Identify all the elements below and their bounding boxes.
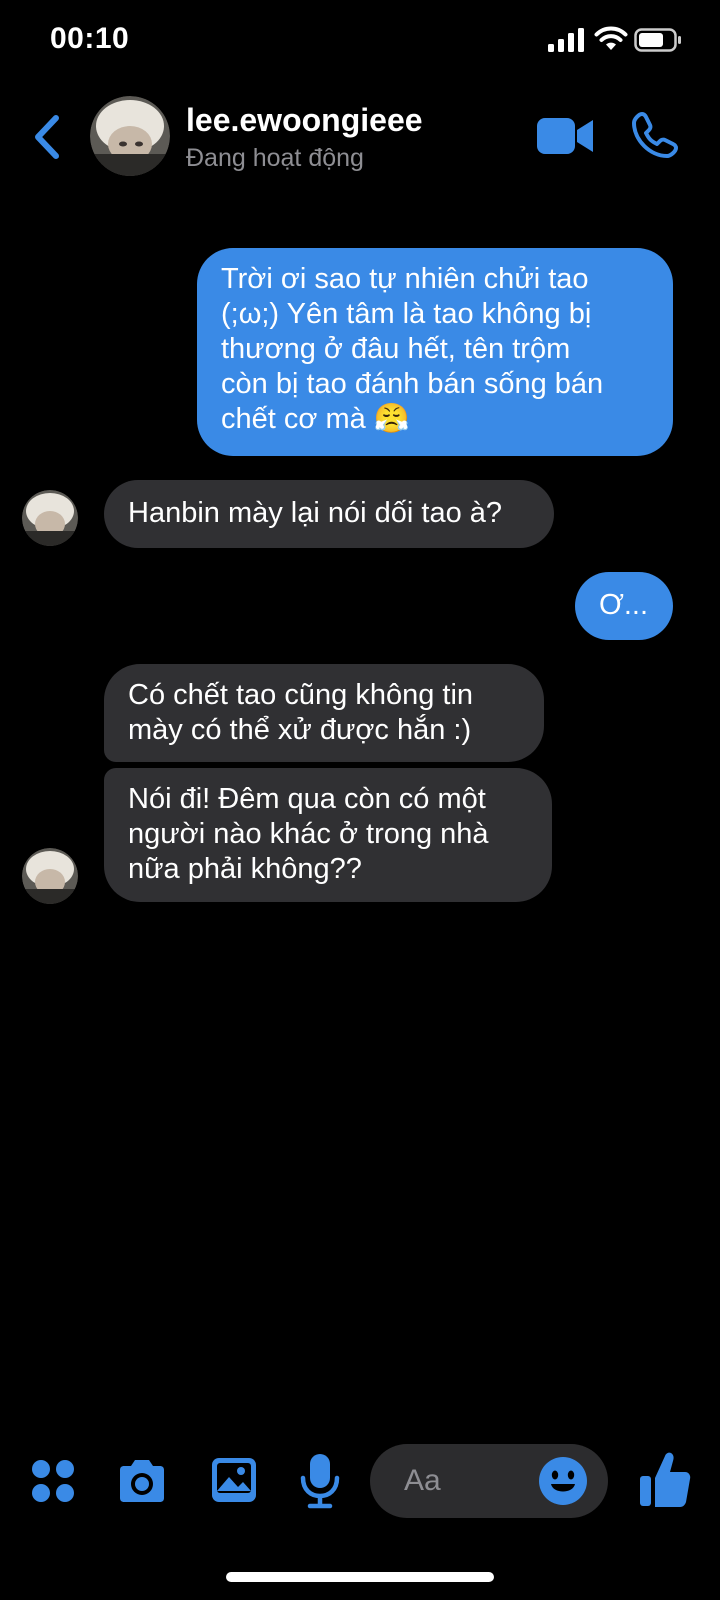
apps-grid-icon[interactable] — [30, 1458, 76, 1504]
phone-call-icon[interactable] — [630, 110, 680, 160]
contact-avatar-small — [22, 848, 78, 904]
contact-avatar[interactable] — [90, 96, 170, 176]
message-incoming[interactable]: Hanbin mày lại nói dối tao à? — [104, 480, 554, 548]
chat-header: lee.ewoongieee Đang hoạt động — [0, 90, 720, 190]
message-composer: Aa — [0, 1436, 720, 1536]
message-incoming[interactable]: Nói đi! Đêm qua còn có một người nào khá… — [104, 768, 552, 902]
contact-avatar-small — [22, 490, 78, 546]
photo-gallery-icon[interactable] — [210, 1456, 258, 1504]
message-input[interactable]: Aa — [370, 1444, 608, 1518]
microphone-icon[interactable] — [298, 1452, 342, 1510]
status-time: 00:10 — [50, 22, 130, 55]
wifi-icon — [594, 26, 628, 50]
emoji-icon[interactable] — [538, 1456, 588, 1506]
signal-icon — [548, 28, 584, 52]
message-incoming[interactable]: Có chết tao cũng không tin mày có thể xử… — [104, 664, 544, 762]
message-outgoing[interactable]: Trời ơi sao tự nhiên chửi tao (;ω;) Yên … — [197, 248, 673, 456]
back-chevron-icon[interactable] — [28, 112, 64, 162]
thumbs-up-icon[interactable] — [638, 1450, 692, 1510]
contact-name[interactable]: lee.ewoongieee — [186, 102, 423, 139]
message-input-placeholder: Aa — [404, 1464, 441, 1497]
contact-status: Đang hoạt động — [186, 144, 364, 172]
video-call-icon[interactable] — [537, 116, 595, 156]
battery-icon — [634, 28, 681, 52]
home-indicator[interactable] — [226, 1572, 494, 1582]
message-outgoing[interactable]: Ơ... — [575, 572, 673, 640]
camera-icon[interactable] — [116, 1458, 168, 1504]
status-bar: 00:10 — [0, 0, 720, 80]
